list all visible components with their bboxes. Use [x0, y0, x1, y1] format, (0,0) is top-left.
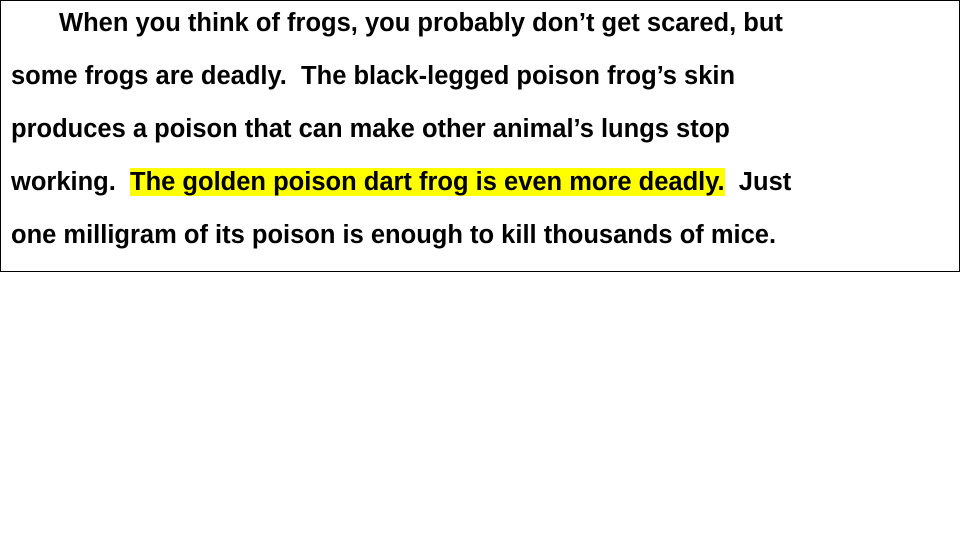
paragraph-line-4: working. The golden poison dart frog is …: [11, 167, 791, 197]
line-4-trailing-text: Just: [724, 168, 792, 196]
line-4-lead-text: working.: [11, 168, 131, 196]
highlighted-sentence: The golden poison dart frog is even more…: [130, 168, 725, 196]
paragraph-line-3: produces a poison that can make other an…: [11, 115, 730, 143]
paragraph-line-5: one milligram of its poison is enough to…: [11, 221, 777, 249]
paragraph-line-2: some frogs are deadly. The black-legged …: [11, 62, 736, 90]
paragraph-line-1: When you think of frogs, you probably do…: [59, 9, 783, 37]
slide: When you think of frogs, you probably do…: [0, 0, 960, 540]
paragraph-text-box: When you think of frogs, you probably do…: [0, 0, 960, 272]
